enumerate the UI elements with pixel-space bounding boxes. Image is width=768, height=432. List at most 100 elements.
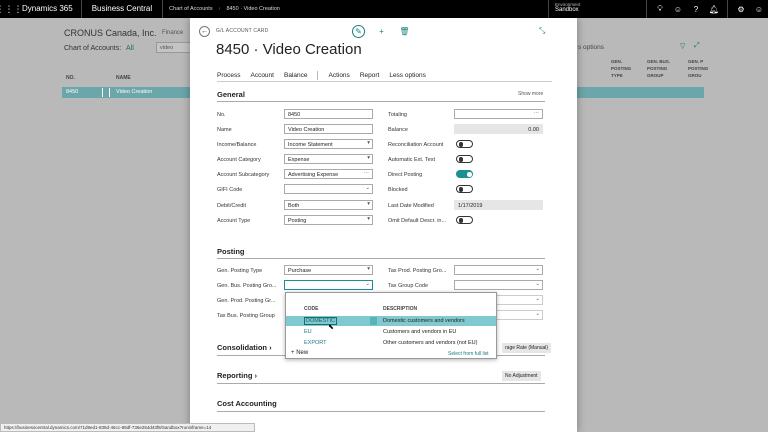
filter-icon[interactable]: ▽ <box>680 42 685 50</box>
account-category-value: Expense <box>288 156 310 163</box>
divider <box>217 411 545 412</box>
name-field[interactable]: Video Creation <box>284 124 373 134</box>
section-consolidation-title[interactable]: Consolidation › <box>217 343 272 352</box>
new-button[interactable]: + New <box>291 350 308 356</box>
chevron-down-icon: ⌄ <box>365 185 370 191</box>
chevron-down-icon: ▾ <box>367 201 370 207</box>
company-name[interactable]: CRONUS Canada, Inc. <box>64 28 157 38</box>
divider <box>727 0 728 18</box>
help-icon[interactable]: ? <box>687 0 705 18</box>
item-code[interactable]: EU <box>304 329 312 335</box>
gen-posting-type-value: Purchase <box>288 267 312 274</box>
gen-bus-posting-group-select[interactable]: ⌄ <box>284 280 373 290</box>
add-icon[interactable]: + <box>375 25 388 38</box>
list-item[interactable]: DOMESTIC Domestic customers and vendors <box>286 316 496 326</box>
section-cost-accounting-title[interactable]: Cost Accounting <box>217 399 277 408</box>
row-actions-icon[interactable] <box>102 88 110 97</box>
show-more-link[interactable]: Show more <box>518 91 543 97</box>
automatic-ext-text-toggle[interactable] <box>456 155 473 163</box>
field-label-last-date-modified: Last Date Modified <box>388 203 434 209</box>
select-from-full-list-link[interactable]: Select from full list <box>448 351 489 357</box>
field-label-reconciliation-account: Reconciliation Account <box>388 142 444 148</box>
finance-menu[interactable]: Finance <box>162 30 183 36</box>
menu-balance[interactable]: Balance <box>284 72 308 79</box>
menu-actions[interactable]: Actions <box>328 72 349 79</box>
edit-pencil-icon[interactable]: ✎ <box>352 25 365 38</box>
smiley-icon[interactable]: ☺ <box>669 0 687 18</box>
section-general-title[interactable]: General <box>217 90 245 99</box>
product-name[interactable]: Business Central <box>82 0 164 18</box>
field-label-account-subcategory: Account Subcategory <box>217 172 270 178</box>
column-header-gen-posting-type[interactable]: GEN. POSTING TYPE <box>611 58 639 79</box>
ellipsis-icon[interactable]: ··· <box>534 110 540 116</box>
divider <box>217 258 545 259</box>
gifi-code-select[interactable]: ⌄ <box>284 184 373 194</box>
field-label-debit-credit: Debit/Credit <box>217 203 247 209</box>
chevron-down-icon: ⌄ <box>535 266 540 272</box>
notification-icon[interactable]: 🔔︎ <box>705 0 723 18</box>
delete-icon[interactable]: 🗑︎ <box>398 25 411 38</box>
lightbulb-icon[interactable]: 💡︎ <box>651 0 669 18</box>
field-label-gifi-code: GIFI Code <box>217 187 243 193</box>
breadcrumb-item: 8450 · Video Creation <box>226 6 280 12</box>
debit-credit-select[interactable]: Both ▾ <box>284 200 373 210</box>
consolidation-summary: rage Rate (Manual) <box>502 343 552 353</box>
chevron-right-icon: › <box>254 371 258 380</box>
tax-prod-posting-group-select[interactable]: ⌄ <box>454 265 543 275</box>
item-description: Customers and vendors in EU <box>383 329 457 335</box>
menu-report[interactable]: Report <box>360 72 380 79</box>
row-actions-icon[interactable] <box>370 317 377 325</box>
account-category-select[interactable]: Expense ▾ <box>284 154 373 164</box>
row-name[interactable]: Video Creation <box>116 89 152 95</box>
item-code[interactable]: EXPORT <box>304 340 327 346</box>
field-label-account-type: Account Type <box>217 218 251 224</box>
field-label-income-balance: Income/Balance <box>217 142 257 148</box>
expand-icon[interactable]: ⤢ <box>694 42 700 50</box>
section-consolidation-label: Consolidation <box>217 343 267 352</box>
income-balance-select[interactable]: Income Statement ▾ <box>284 139 373 149</box>
field-label-no: No. <box>217 112 226 118</box>
breadcrumb-item[interactable]: Chart of Accounts <box>163 6 218 12</box>
list-item[interactable]: EU Customers and vendors in EU <box>286 327 496 337</box>
column-header-gen-prod-posting-group[interactable]: GEN. P POSTING GROU <box>688 58 712 79</box>
view-filter[interactable]: All <box>126 45 134 52</box>
back-arrow-icon[interactable]: ← <box>199 26 210 37</box>
gear-icon[interactable]: ⚙ <box>732 0 750 18</box>
reconciliation-account-toggle[interactable] <box>456 140 473 148</box>
menu-process[interactable]: Process <box>217 72 240 79</box>
column-header-description: DESCRIPTION <box>383 306 418 312</box>
totaling-field[interactable]: ··· <box>454 109 543 119</box>
field-label-account-category: Account Category <box>217 157 261 163</box>
section-posting-title[interactable]: Posting <box>217 247 245 256</box>
chevron-down-icon: ▾ <box>367 266 370 272</box>
column-header-gen-bus-posting-group[interactable]: GEN. BUS. POSTING GROUP <box>647 58 679 79</box>
chevron-down-icon: ⌄ <box>365 281 370 287</box>
tax-group-code-select[interactable]: ⌄ <box>454 280 543 290</box>
chevron-down-icon: ▾ <box>367 216 370 222</box>
user-icon[interactable]: ☺ <box>750 0 768 18</box>
account-subcategory-field[interactable]: Advertising Expense ··· <box>284 169 373 179</box>
list-item[interactable]: EXPORT Other customers and vendors (not … <box>286 338 496 348</box>
row-no: 8450 <box>66 89 79 95</box>
app-launcher-icon[interactable]: ⋮⋮⋮ <box>0 0 23 18</box>
menu-less-options[interactable]: Less options <box>389 72 426 79</box>
no-field[interactable]: 8450 <box>284 109 373 119</box>
blocked-toggle[interactable] <box>456 185 473 193</box>
column-header-no[interactable]: NO. <box>66 75 75 81</box>
omit-default-descr-toggle[interactable] <box>456 216 473 224</box>
section-reporting-title[interactable]: Reporting › <box>217 371 257 380</box>
account-type-select[interactable]: Posting ▾ <box>284 215 373 225</box>
collapse-icon[interactable]: ⤡ <box>539 26 545 36</box>
app-name[interactable]: Dynamics 365 <box>18 0 82 18</box>
options-label[interactable]: s options <box>578 44 604 51</box>
field-label-totaling: Totaling <box>388 112 407 118</box>
environment-indicator[interactable]: Environment Sandbox <box>548 0 642 18</box>
ellipsis-icon[interactable]: ··· <box>364 170 370 176</box>
direct-posting-toggle[interactable] <box>456 170 473 178</box>
menu-account[interactable]: Account <box>250 72 274 79</box>
column-header-name[interactable]: NAME <box>116 75 131 81</box>
balance-value[interactable]: 0.00 <box>528 127 539 133</box>
balance-field[interactable]: 0.00 <box>454 124 543 134</box>
field-label-tax-group-code: Tax Group Code <box>388 283 429 289</box>
gen-posting-type-select[interactable]: Purchase ▾ <box>284 265 373 275</box>
